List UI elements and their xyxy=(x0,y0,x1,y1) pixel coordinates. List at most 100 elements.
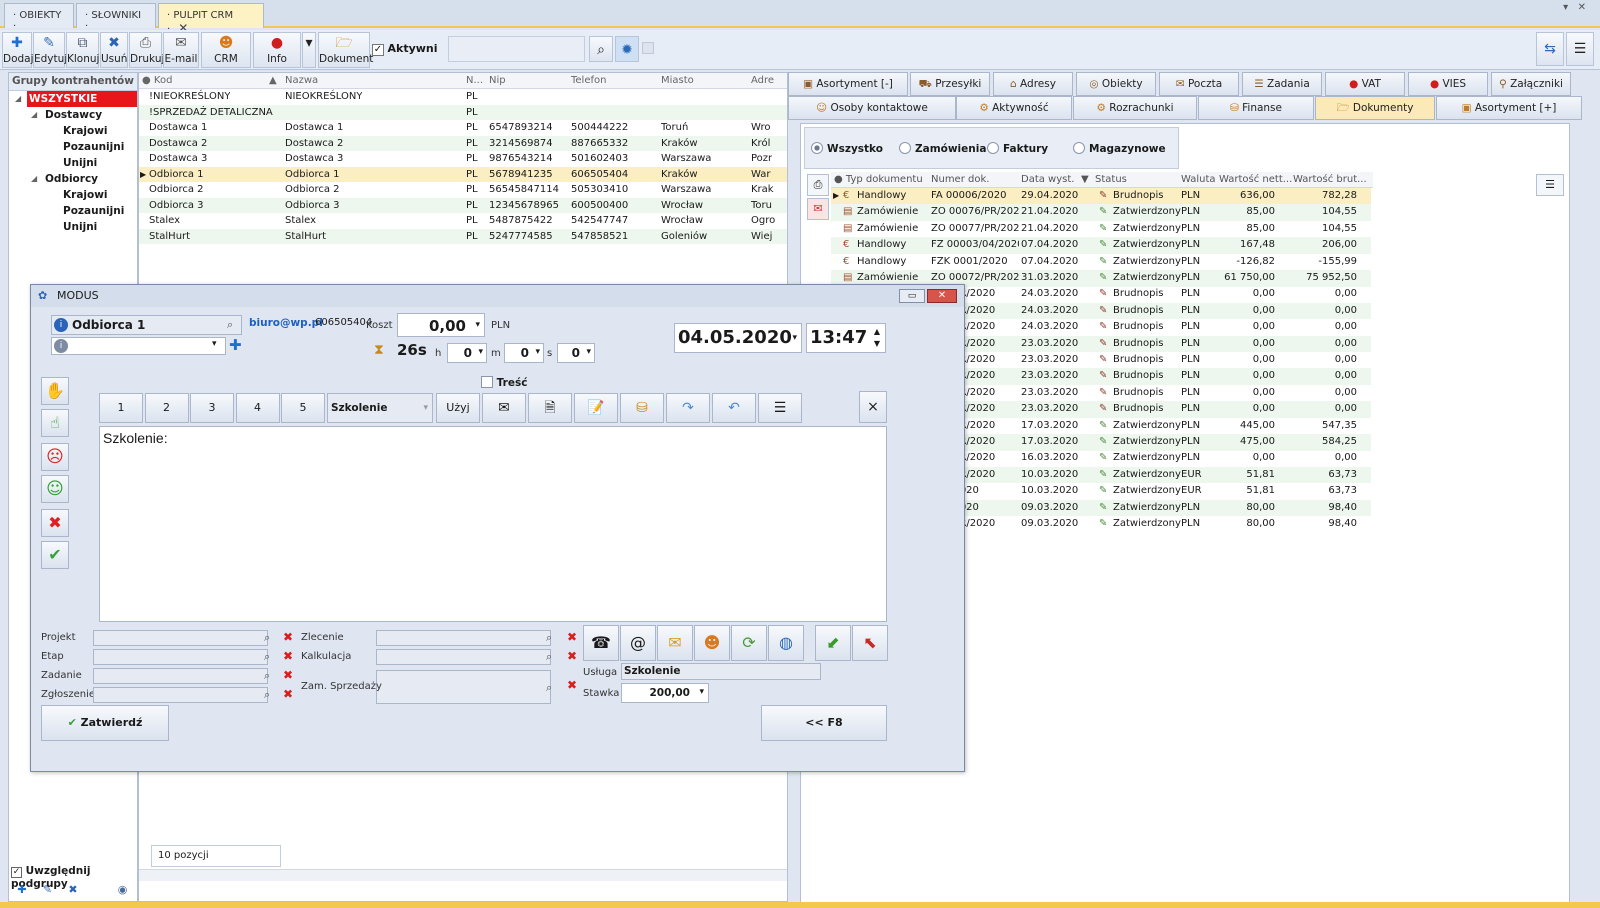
attach-note-button[interactable]: 📝 xyxy=(574,393,618,423)
group-item-suppliers[interactable]: Dostawcy xyxy=(45,107,102,123)
email-template-button[interactable]: ✉ xyxy=(482,393,526,423)
content-checkbox[interactable]: Treść xyxy=(481,376,527,389)
filter-all-radio[interactable]: Wszystko xyxy=(811,142,883,155)
clone-button[interactable]: ⧉ Klonuj xyxy=(66,32,99,68)
template-select[interactable]: Szkolenie ▾ xyxy=(327,393,433,423)
print-docs-button[interactable]: ⎙ xyxy=(807,174,829,196)
collapse-icon[interactable]: ◢ xyxy=(31,107,37,123)
add-note-button[interactable]: 🗎 xyxy=(528,393,572,423)
table-row[interactable]: ▤ ✎ Zamówienie ZO 00076/PR/2020 21.04.2020 Za… xyxy=(831,204,1371,221)
table-row[interactable]: Stalex Stalex PL 5487875422 542547747 Wrocław… xyxy=(139,213,787,229)
search-icon[interactable]: ⌕ xyxy=(546,631,552,645)
transfer-button[interactable]: ⟳ xyxy=(731,625,767,661)
tab-dokumenty[interactable]: 🗁 Dokumenty xyxy=(1315,96,1435,120)
tab-obiekty[interactable]: ◎ Obiekty xyxy=(1076,72,1156,96)
doc-column-gross[interactable]: Wartość brut... xyxy=(1293,172,1367,188)
service-field[interactable]: Szkolenie xyxy=(621,663,821,680)
list-options-button[interactable]: ☰ xyxy=(1566,32,1594,66)
f8-button[interactable]: << F8 xyxy=(761,705,887,741)
note-action-button[interactable]: ✉ xyxy=(657,625,693,661)
meeting-button[interactable]: ☻ xyxy=(694,625,730,661)
thumb-up-button[interactable]: ☝ xyxy=(41,409,69,437)
table-row[interactable]: StalHurt StalHurt PL 5247774585 547858521 Gol… xyxy=(139,228,787,244)
search-icon[interactable]: ⌕ xyxy=(546,681,552,695)
link-field-input[interactable]: ⌕ xyxy=(93,687,270,703)
search-icon[interactable]: ⌕ xyxy=(227,318,233,332)
outgoing-button[interactable]: ⬉ xyxy=(852,625,888,661)
table-row[interactable]: € ✎ Handlowy FZ 00003/04/2020 07.04.2020 Zatw… xyxy=(831,237,1371,254)
note-tab-5[interactable]: 5 xyxy=(281,393,325,423)
tab-asortyment-[interactable]: ▣ Asortyment [+] xyxy=(1436,96,1582,120)
toggle-box[interactable] xyxy=(642,42,654,54)
table-row[interactable]: ▤ ✎ Zamówienie ZO 00077/PR/2020 21.04.2020 Za… xyxy=(831,221,1371,238)
list-button[interactable]: ☰ xyxy=(758,393,802,423)
accept-button[interactable]: ✔ xyxy=(41,541,69,569)
print-button[interactable]: ⎙ Drukuj xyxy=(129,32,164,68)
happy-face-button[interactable]: ☺ xyxy=(41,475,69,503)
group-item-all[interactable]: WSZYSTKIE xyxy=(27,91,137,107)
minutes-input[interactable]: 0 ▾ xyxy=(504,343,544,363)
forward-button[interactable]: ↷ xyxy=(666,393,710,423)
link-field-input[interactable]: ⌕ xyxy=(93,668,270,684)
grid-column-nip[interactable]: Nip xyxy=(489,73,506,89)
clear-field-icon[interactable]: ✖ xyxy=(283,687,293,701)
note-tab-4[interactable]: 4 xyxy=(235,393,280,423)
search-icon[interactable]: ⌕ xyxy=(264,688,270,702)
group-item-customers-nonEU[interactable]: Pozaunijni xyxy=(63,203,124,219)
edit-group-icon[interactable]: ✎ xyxy=(37,883,59,896)
clear-field-icon[interactable]: ✖ xyxy=(567,630,577,644)
refresh-button[interactable]: ⇆ xyxy=(1536,32,1564,66)
table-row[interactable]: Odbiorca 3 Odbiorca 3 PL 12345678965 6005004… xyxy=(139,197,787,213)
add-group-icon[interactable]: ✚ xyxy=(11,883,33,896)
link-field-input[interactable]: ⌕ xyxy=(376,649,552,665)
table-row[interactable]: Odbiorca 2 Odbiorca 2 PL 56545847114 5053034… xyxy=(139,182,787,198)
delete-group-icon[interactable]: ✖ xyxy=(62,883,84,896)
hours-input[interactable]: 0 ▾ xyxy=(447,343,487,363)
crm-button[interactable]: ☻ CRM xyxy=(201,32,251,68)
close-editor-button[interactable]: × xyxy=(859,391,887,423)
table-row[interactable]: !NIEOKREŚLONY NIEOKREŚLONY PL xyxy=(139,89,787,105)
grid-column-address[interactable]: Adre xyxy=(751,73,774,89)
group-item-customers[interactable]: Odbiorcy xyxy=(45,171,98,187)
email-button[interactable]: ✉ E-mail xyxy=(163,32,199,68)
doc-column-status[interactable]: Status xyxy=(1095,172,1127,188)
spinner-icon[interactable]: ▲ ▼ xyxy=(874,326,880,350)
tab-poczta[interactable]: ✉ Poczta xyxy=(1159,72,1239,96)
mail-docs-button[interactable]: ✉ xyxy=(807,198,829,220)
horizontal-scrollbar[interactable] xyxy=(139,869,787,881)
clear-field-icon[interactable]: ✖ xyxy=(283,668,293,682)
phone-button[interactable]: ☎ xyxy=(583,625,619,661)
filter-invoices-radio[interactable]: Faktury xyxy=(987,142,1048,155)
back-button[interactable]: ↶ xyxy=(712,393,756,423)
confirm-button[interactable]: ✔ Zatwierdź xyxy=(41,705,169,741)
group-item-suppliers-EU[interactable]: Unijni xyxy=(63,155,97,171)
grid-column-country[interactable]: N... xyxy=(466,73,483,89)
tab-załączniki[interactable]: ⚲ Załączniki xyxy=(1491,72,1571,96)
incoming-button[interactable]: ⬋ xyxy=(815,625,851,661)
table-row[interactable]: € ✎ Handlowy FZK 0001/2020 07.04.2020 Zatwier… xyxy=(831,254,1371,271)
doc-column-type[interactable]: ● Typ dokumentu xyxy=(834,172,923,188)
note-tab-2[interactable]: 2 xyxy=(144,393,189,423)
thumb-down-button[interactable]: ✋ xyxy=(41,377,69,405)
document-button[interactable]: 🗁 Dokument xyxy=(318,32,373,68)
tab-zadania[interactable]: ☰ Zadania xyxy=(1242,72,1322,96)
table-row[interactable]: Dostawca 1 Dostawca 1 PL 6547893214 50044422… xyxy=(139,120,787,136)
grid-column-city[interactable]: Miasto xyxy=(661,73,694,89)
add-button[interactable]: ✚ Dodaj xyxy=(2,32,34,68)
tab-pulpit-crm[interactable]: · PULPIT CRM ·✕ xyxy=(158,3,264,35)
sales-order-field[interactable]: ⌕ xyxy=(376,670,552,704)
link-field-input[interactable]: ⌕ xyxy=(93,649,270,665)
use-template-button[interactable]: Użyj xyxy=(436,393,480,423)
delete-button[interactable]: ✖ Usuń xyxy=(100,32,128,68)
seconds-input[interactable]: 0 ▾ xyxy=(557,343,595,363)
note-tab-1[interactable]: 1 xyxy=(99,393,143,423)
time-picker[interactable]: 13:47 ▲ ▼ xyxy=(806,323,886,353)
table-row[interactable]: ▶ Odbiorca 1 Odbiorca 1 PL 5678941235 6065054… xyxy=(139,166,787,182)
filter-warehouse-radio[interactable]: Magazynowe xyxy=(1073,142,1166,155)
view-icon[interactable]: ◉ xyxy=(112,883,134,896)
active-checkbox[interactable]: ✓ Aktywni xyxy=(372,42,438,56)
contractor-email[interactable]: biuro@wp.pl xyxy=(249,317,323,329)
doc-column-net[interactable]: Wartość nett... xyxy=(1219,172,1292,188)
rate-input[interactable]: 200,00 ▾ xyxy=(621,683,709,703)
table-row[interactable]: ▶ € ✎ Handlowy FA 00006/2020 29.04.2020 Brudno… xyxy=(831,188,1371,205)
